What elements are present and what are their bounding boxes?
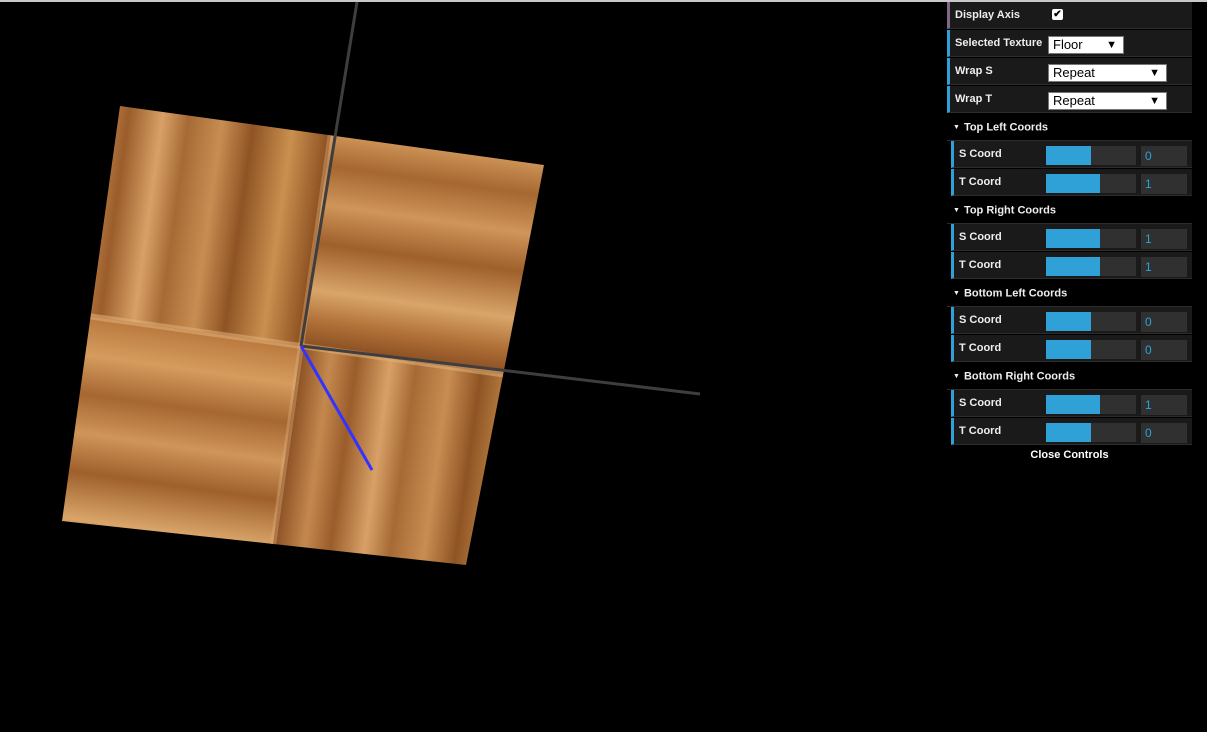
folder-title-bottom-right[interactable]: ▼ Bottom Right Coords (947, 363, 1192, 390)
t-coord-slider[interactable] (1046, 257, 1136, 276)
s-coord-input[interactable]: 0 (1141, 146, 1187, 166)
s-coord-label: S Coord (959, 148, 1002, 160)
folder-title-text: Bottom Left Coords (963, 287, 1068, 300)
s-coord-row: S Coord 1 (951, 390, 1192, 417)
t-coord-input[interactable]: 0 (1141, 340, 1187, 360)
t-coord-input[interactable]: 0 (1141, 423, 1187, 443)
folder-title-top-right[interactable]: ▼ Top Right Coords (947, 197, 1192, 224)
s-coord-row: S Coord 0 (951, 307, 1192, 334)
chevron-down-icon: ▼ (1149, 95, 1160, 107)
t-coord-slider[interactable] (1046, 340, 1136, 359)
s-coord-label: S Coord (959, 314, 1002, 326)
slider-fill (1046, 395, 1100, 414)
s-coord-input[interactable]: 0 (1141, 312, 1187, 332)
t-coord-row: T Coord 1 (951, 252, 1192, 279)
wrap-t-select[interactable]: Repeat ▼ (1048, 92, 1167, 110)
selected-texture-row: Selected Texture Floor ▼ (947, 30, 1192, 57)
triangle-down-icon: ▼ (953, 124, 960, 131)
folder-bottom-left: ▼ Bottom Left Coords S Coord 0 T Coord 0 (947, 280, 1192, 362)
s-coord-label: S Coord (959, 397, 1002, 409)
selected-texture-select[interactable]: Floor ▼ (1048, 36, 1124, 54)
folder-title-top-left[interactable]: ▼ Top Left Coords (947, 114, 1192, 141)
t-coord-label: T Coord (959, 342, 1002, 354)
wrap-t-row: Wrap T Repeat ▼ (947, 86, 1192, 113)
s-coord-slider[interactable] (1046, 229, 1136, 248)
folder-title-bottom-left[interactable]: ▼ Bottom Left Coords (947, 280, 1192, 307)
selected-texture-label: Selected Texture (955, 37, 1043, 49)
s-coord-slider[interactable] (1046, 146, 1136, 165)
folder-top-left: ▼ Top Left Coords S Coord 0 T Coord 1 (947, 114, 1192, 196)
s-coord-row: S Coord 1 (951, 224, 1192, 251)
t-coord-label: T Coord (959, 176, 1002, 188)
slider-fill (1046, 340, 1091, 359)
wrap-s-label: Wrap S (955, 65, 993, 77)
webgl-canvas[interactable] (0, 0, 950, 732)
t-coord-label: T Coord (959, 259, 1002, 271)
display-axis-row[interactable]: Display Axis ✔ (947, 2, 1192, 29)
slider-fill (1046, 257, 1100, 276)
slider-fill (1046, 146, 1091, 165)
wrap-t-label: Wrap T (955, 93, 993, 105)
controls-panel: Display Axis ✔ Selected Texture Floor ▼ … (947, 2, 1192, 464)
t-coord-slider[interactable] (1046, 174, 1136, 193)
close-controls-button[interactable]: Close Controls (947, 446, 1192, 464)
triangle-down-icon: ▼ (953, 290, 960, 297)
wrap-s-value: Repeat (1053, 65, 1095, 80)
slider-fill (1046, 423, 1091, 442)
wrap-s-row: Wrap S Repeat ▼ (947, 58, 1192, 85)
t-coord-slider[interactable] (1046, 423, 1136, 442)
slider-fill (1046, 229, 1100, 248)
t-coord-input[interactable]: 1 (1141, 257, 1187, 277)
chevron-down-icon: ▼ (1106, 39, 1117, 51)
t-coord-input[interactable]: 1 (1141, 174, 1187, 194)
s-coord-slider[interactable] (1046, 395, 1136, 414)
folder-title-text: Top Left Coords (963, 121, 1049, 134)
triangle-down-icon: ▼ (953, 207, 960, 214)
folder-title-text: Top Right Coords (963, 204, 1056, 217)
folder-title-text: Bottom Right Coords (963, 370, 1076, 383)
triangle-down-icon: ▼ (953, 373, 960, 380)
slider-fill (1046, 312, 1091, 331)
s-coord-input[interactable]: 1 (1141, 229, 1187, 249)
s-coord-slider[interactable] (1046, 312, 1136, 331)
display-axis-checkbox[interactable]: ✔ (1052, 9, 1063, 20)
t-coord-row: T Coord 0 (951, 418, 1192, 445)
t-coord-row: T Coord 0 (951, 335, 1192, 362)
s-coord-input[interactable]: 1 (1141, 395, 1187, 415)
folder-bottom-right: ▼ Bottom Right Coords S Coord 1 T Coord 0 (947, 363, 1192, 445)
folder-top-right: ▼ Top Right Coords S Coord 1 T Coord 1 (947, 197, 1192, 279)
s-coord-label: S Coord (959, 231, 1002, 243)
selected-texture-value: Floor (1053, 37, 1083, 52)
slider-fill (1046, 174, 1100, 193)
t-coord-row: T Coord 1 (951, 169, 1192, 196)
wrap-t-value: Repeat (1053, 93, 1095, 108)
chevron-down-icon: ▼ (1149, 67, 1160, 79)
t-coord-label: T Coord (959, 425, 1002, 437)
wrap-s-select[interactable]: Repeat ▼ (1048, 64, 1167, 82)
display-axis-label: Display Axis (955, 9, 1021, 21)
s-coord-row: S Coord 0 (951, 141, 1192, 168)
